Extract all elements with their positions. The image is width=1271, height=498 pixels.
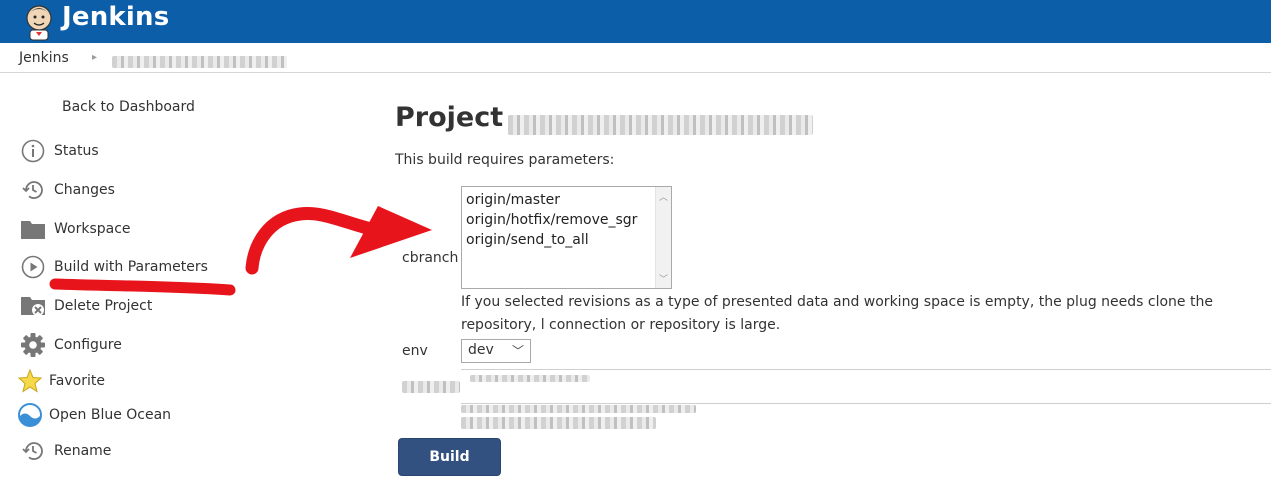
- breadcrumb-root[interactable]: Jenkins: [19, 50, 69, 66]
- sidebar-item-label: Favorite: [49, 373, 105, 389]
- sidebar-item-label: Open Blue Ocean: [49, 407, 172, 423]
- requires-parameters-text: This build requires parameters:: [395, 152, 615, 168]
- top-header: Jenkins: [0, 0, 1271, 43]
- sidebar-item-changes[interactable]: Changes: [20, 176, 115, 204]
- sidebar-item-label: Workspace: [54, 221, 131, 237]
- gear-icon: [20, 332, 46, 358]
- param-help-redacted: [461, 417, 656, 429]
- env-selected-value: dev: [468, 342, 494, 358]
- param-label-redacted: [402, 381, 460, 393]
- annotation-underline: [49, 278, 236, 296]
- jenkins-logo-icon[interactable]: [22, 3, 56, 41]
- env-select[interactable]: dev ﹀: [461, 339, 531, 363]
- cbranch-listbox[interactable]: origin/master origin/hotfix/remove_sgr o…: [461, 186, 672, 289]
- project-name-redacted: [508, 115, 813, 135]
- cbranch-option[interactable]: origin/hotfix/remove_sgr: [462, 210, 671, 230]
- chevron-up-icon[interactable]: ︿: [659, 190, 668, 203]
- folder-delete-icon: [20, 293, 46, 319]
- sidebar-item-label: Delete Project: [54, 298, 153, 314]
- sidebar-item-favorite[interactable]: Favorite: [17, 367, 105, 395]
- info-icon: [20, 138, 46, 164]
- listbox-scrollbar[interactable]: ︿ ﹀: [655, 187, 671, 288]
- env-label: env: [402, 343, 428, 359]
- sidebar-item-label: Build with Parameters: [54, 259, 208, 275]
- cbranch-label: cbranch: [402, 250, 459, 266]
- sidebar-item-label: Rename: [54, 443, 112, 459]
- param-help-redacted: [461, 405, 696, 413]
- chevron-down-icon: ﹀: [511, 344, 524, 358]
- breadcrumb-separator: ▸: [92, 52, 98, 63]
- param-value-redacted: [470, 375, 590, 382]
- cbranch-option[interactable]: origin/send_to_all: [462, 230, 671, 250]
- blue-ocean-icon: [17, 402, 43, 428]
- folder-icon: [20, 216, 46, 242]
- brand-title[interactable]: Jenkins: [62, 2, 169, 32]
- cbranch-option[interactable]: origin/master: [462, 190, 671, 210]
- build-button[interactable]: Build: [398, 438, 501, 476]
- sidebar-item-open-blue-ocean[interactable]: Open Blue Ocean: [17, 401, 171, 429]
- sidebar-item-delete-project[interactable]: Delete Project: [20, 292, 152, 320]
- back-to-dashboard-link[interactable]: Back to Dashboard: [62, 99, 195, 115]
- chevron-down-icon[interactable]: ﹀: [659, 272, 668, 285]
- history-icon: [20, 438, 46, 464]
- breadcrumb-project-redacted[interactable]: [112, 56, 287, 68]
- sidebar-item-label: Changes: [54, 182, 115, 198]
- annotation-arrow: [245, 207, 402, 275]
- sidebar-item-status[interactable]: Status: [20, 137, 99, 165]
- star-icon: [17, 368, 43, 394]
- sidebar-item-label: Configure: [54, 337, 122, 353]
- sidebar-item-label: Status: [54, 143, 99, 159]
- cbranch-help-text: If you selected revisions as a type of p…: [461, 294, 1213, 333]
- play-icon: [20, 254, 46, 280]
- history-icon: [20, 177, 46, 203]
- page-title: Project: [395, 102, 504, 133]
- sidebar-item-rename[interactable]: Rename: [20, 437, 111, 465]
- sidebar-item-workspace[interactable]: Workspace: [20, 215, 131, 243]
- sidebar-item-configure[interactable]: Configure: [20, 331, 122, 359]
- sidebar-item-build-with-parameters[interactable]: Build with Parameters: [20, 253, 208, 281]
